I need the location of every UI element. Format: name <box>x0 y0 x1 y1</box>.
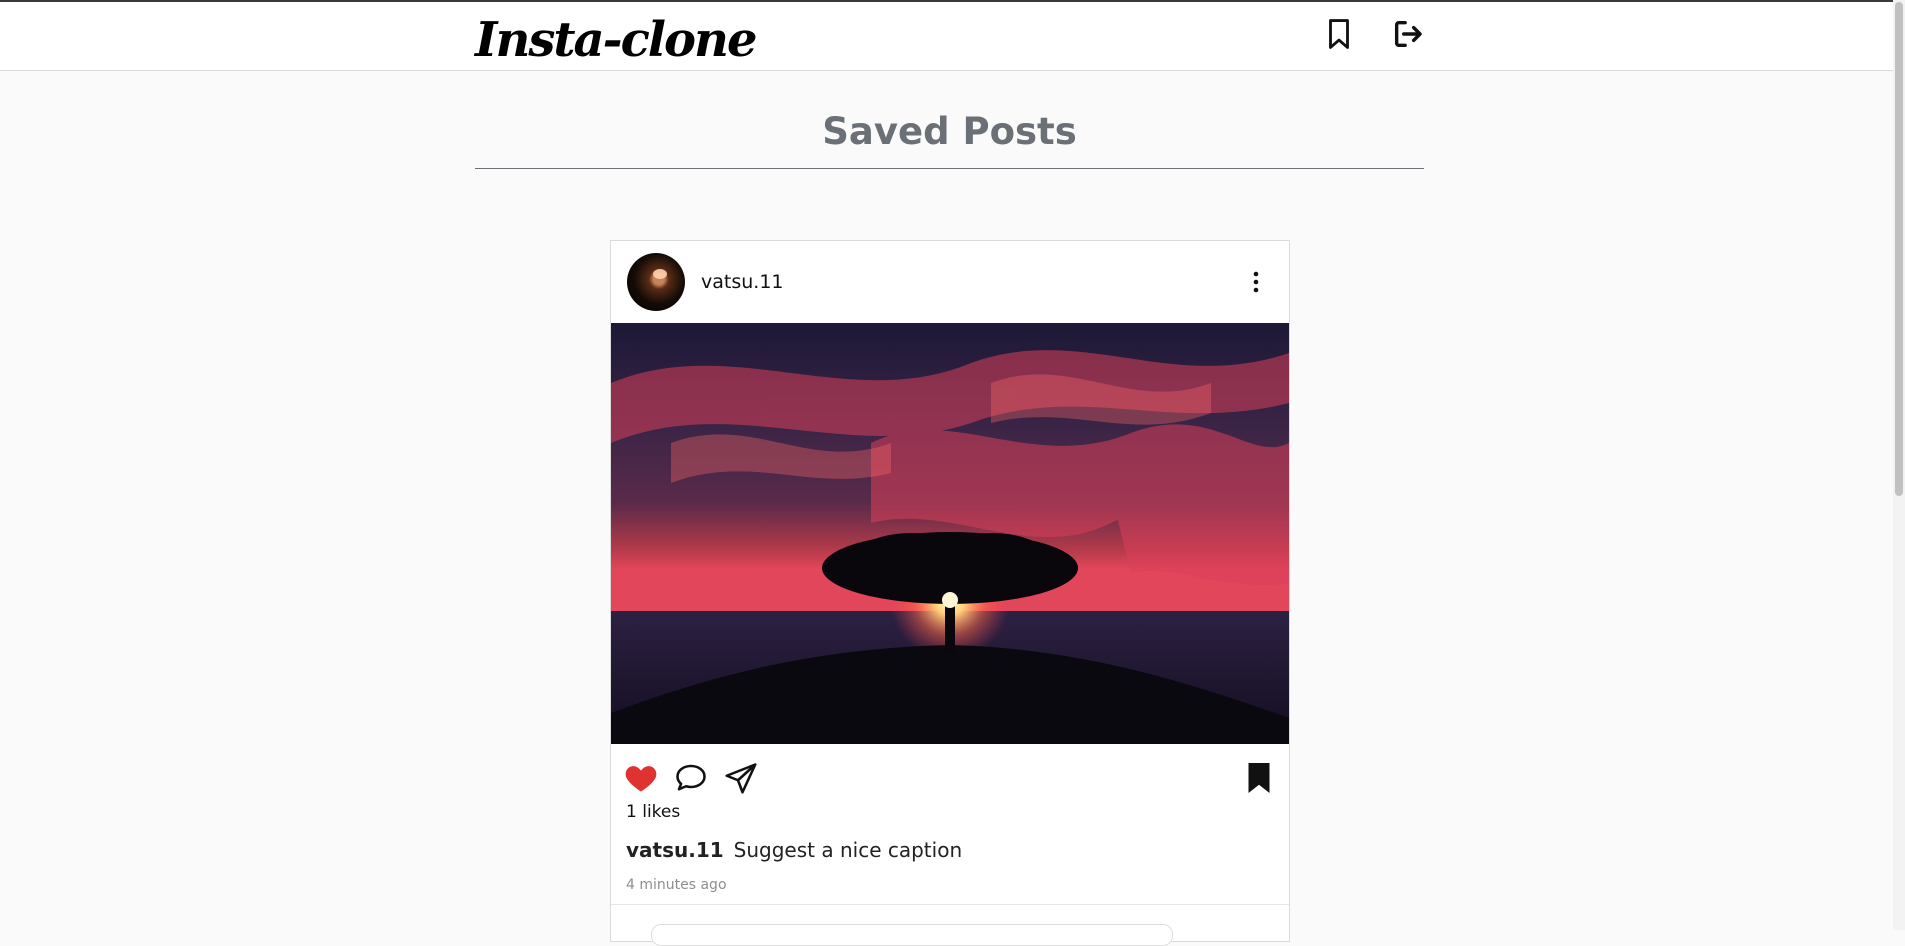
comment-input[interactable] <box>651 924 1173 946</box>
more-options-icon[interactable] <box>1251 267 1261 297</box>
caption-username[interactable]: vatsu.11 <box>626 838 724 862</box>
post-username[interactable]: vatsu.11 <box>701 271 784 293</box>
card-divider <box>611 904 1289 905</box>
app-logo[interactable]: Insta-clone <box>475 10 757 70</box>
scrollbar[interactable] <box>1893 0 1905 930</box>
saved-posts-bookmark-icon[interactable] <box>1322 16 1356 52</box>
post-card: vatsu.11 1 likes vatsu.11 Suggest a nice… <box>610 240 1290 946</box>
caption: vatsu.11 Suggest a nice caption <box>626 838 962 862</box>
saved-bookmark-icon[interactable] <box>1241 760 1277 796</box>
page-title: Saved Posts <box>822 110 1077 153</box>
post-actions <box>611 756 1289 800</box>
title-divider <box>475 168 1424 169</box>
like-heart-icon[interactable] <box>623 760 659 796</box>
scrollbar-thumb[interactable] <box>1895 2 1903 496</box>
caption-text: Suggest a nice caption <box>733 838 963 862</box>
post-timestamp: 4 minutes ago <box>626 877 727 893</box>
logout-icon[interactable] <box>1391 16 1425 52</box>
comment-icon[interactable] <box>673 760 709 796</box>
avatar[interactable] <box>627 253 685 311</box>
post-header: vatsu.11 <box>611 241 1289 323</box>
navbar: Insta-clone <box>0 2 1905 71</box>
likes-count[interactable]: 1 likes <box>626 802 680 822</box>
post-image[interactable] <box>611 323 1289 744</box>
share-send-icon[interactable] <box>723 760 759 796</box>
